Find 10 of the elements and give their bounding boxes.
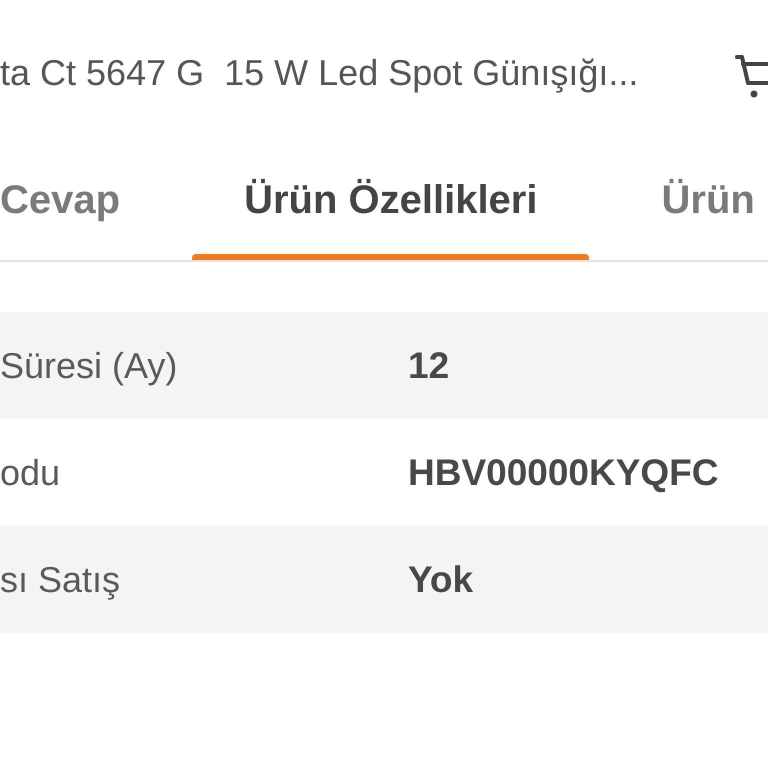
property-value: HBV00000KYQFC [408,454,719,491]
property-name: sı Satış [0,562,122,598]
property-name: Süresi (Ay) [0,348,178,384]
tab[interactable]: Ürün [609,146,755,260]
property-name: odu [0,454,62,490]
property-value: 12 [408,347,450,384]
tab[interactable]: Cevap [0,146,172,260]
product-title: ta Ct 5647 G 15 W Led Spot Günışığı... [0,55,638,91]
tab[interactable]: Ürün Özellikleri [192,146,590,260]
property-value: Yok [408,561,474,598]
